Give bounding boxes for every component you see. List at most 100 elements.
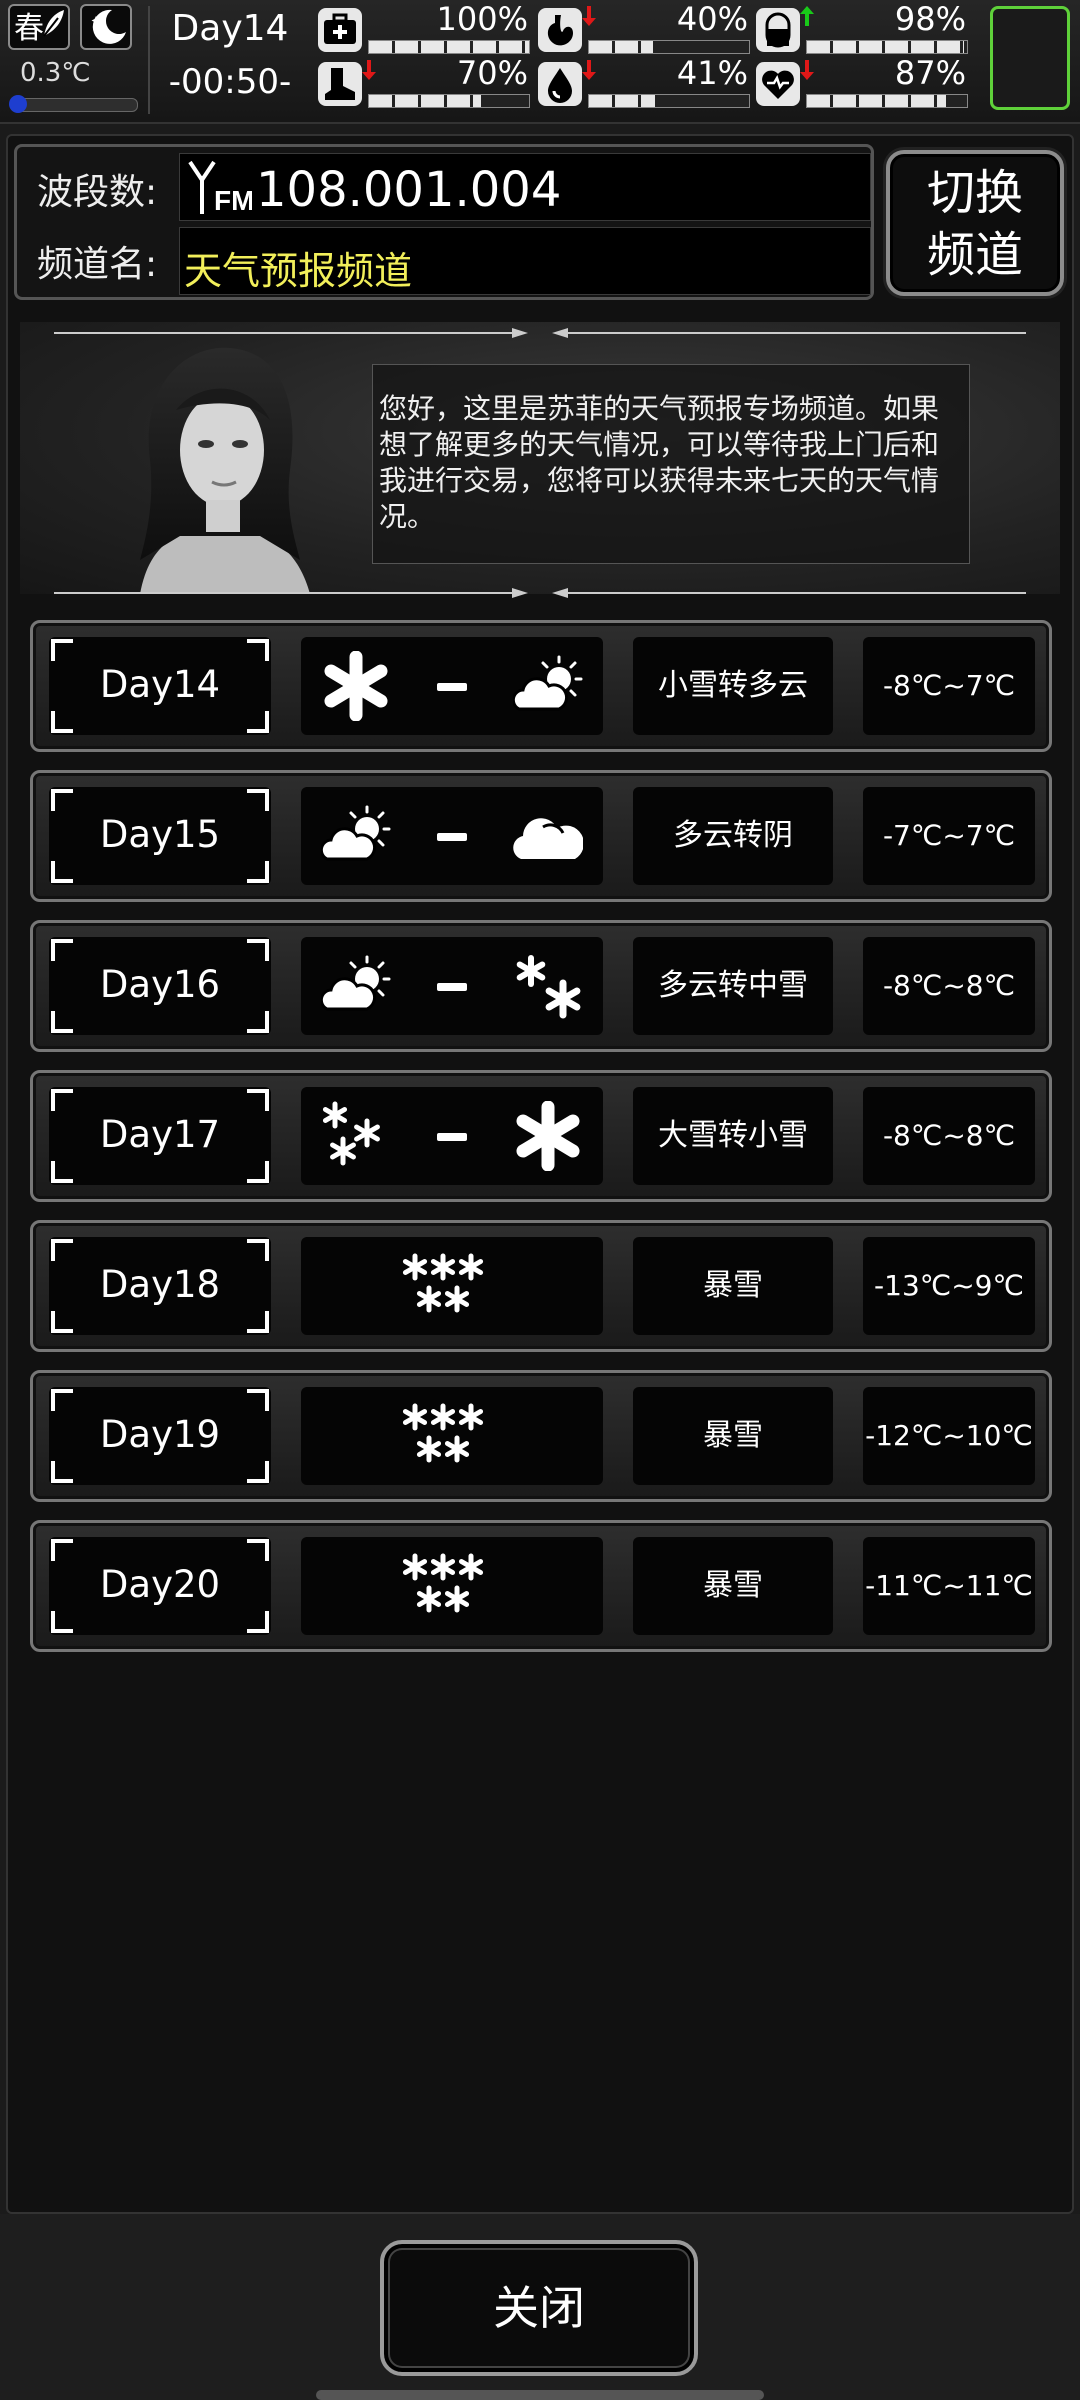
stat-bar-fill — [589, 41, 653, 53]
partly-cloudy-icon — [319, 801, 391, 871]
forecast-row: Day14 小雪转多云 -8℃~7℃ — [30, 620, 1052, 752]
forecast-day: Day14 — [99, 663, 221, 706]
transition-dash — [437, 683, 467, 691]
transition-dash — [437, 833, 467, 841]
forecast-row: Day18 暴雪 -13℃~9℃ — [30, 1220, 1052, 1352]
divider-ornament-bottom — [54, 588, 1026, 598]
home-indicator[interactable] — [316, 2390, 764, 2400]
stat-value: 40% — [676, 0, 748, 38]
stat-bar — [368, 94, 530, 108]
medkit-icon — [318, 8, 362, 52]
forecast-weather-icons — [301, 1387, 603, 1485]
heavy-snow-icon — [321, 1101, 391, 1171]
forecast-description: 多云转阴 — [633, 787, 833, 885]
forecast-temperature: -8℃~8℃ — [863, 1087, 1035, 1185]
svg-text:FM: FM — [214, 185, 252, 216]
forecast-day-cell: Day20 — [49, 1537, 271, 1635]
forecast-weather-icons — [301, 1537, 603, 1635]
transition-dash — [437, 1133, 467, 1141]
forecast-temperature: -13℃~9℃ — [863, 1237, 1035, 1335]
stat-mood: 87% — [756, 54, 968, 110]
stat-bar-fill — [589, 95, 655, 107]
forecast-day-cell: Day19 — [49, 1387, 271, 1485]
switch-channel-button[interactable]: 切换 频道 — [886, 150, 1064, 296]
forecast-day: Day19 — [99, 1413, 221, 1456]
snowflake-icon — [321, 650, 391, 722]
forecast-day: Day16 — [99, 963, 221, 1006]
forecast-row: Day20 暴雪 -11℃~11℃ — [30, 1520, 1052, 1652]
blizzard-icon — [397, 1249, 507, 1325]
trend-down-icon — [582, 6, 596, 26]
forecast-description: 多云转中雪 — [633, 937, 833, 1035]
divider-ornament-top — [54, 328, 1026, 338]
boot-icon — [318, 62, 362, 106]
stat-value: 98% — [894, 0, 966, 38]
stat-health: 100% — [318, 0, 530, 56]
switch-channel-label-line2: 频道 — [926, 227, 1023, 283]
current-day: Day14 — [171, 8, 289, 49]
stat-medicine: 98% — [756, 0, 968, 56]
forecast-weather-icons — [301, 787, 603, 885]
stat-value: 41% — [676, 54, 748, 92]
forecast-day: Day20 — [99, 1563, 221, 1606]
trend-down-icon — [582, 60, 596, 80]
stat-bar — [368, 40, 530, 54]
stat-value: 70% — [456, 54, 528, 92]
leaf-icon — [43, 10, 64, 37]
forecast-day-cell: Day18 — [49, 1237, 271, 1335]
trend-up-icon — [800, 6, 814, 26]
forecast-day: Day17 — [99, 1113, 221, 1156]
forecast-day: Day18 — [99, 1263, 221, 1306]
announcer-message: 您好，这里是苏菲的天气预报专场频道。如果想了解更多的天气情况，可以等待我上门后和… — [372, 364, 970, 564]
temperature-gauge — [9, 95, 138, 113]
stat-bar-fill — [369, 95, 481, 107]
forecast-day-cell: Day16 — [49, 937, 271, 1035]
frequency-label: 波段数: — [37, 172, 158, 213]
stomach-icon — [538, 8, 582, 52]
transition-dash — [437, 983, 467, 991]
forecast-temperature: -8℃~8℃ — [863, 937, 1035, 1035]
forecast-day-cell: Day17 — [49, 1087, 271, 1185]
forecast-temperature: -12℃~10℃ — [863, 1387, 1035, 1485]
forecast-row: Day15 多云转阴 -7℃~7℃ — [30, 770, 1052, 902]
medium-snow-icon — [513, 951, 583, 1021]
blizzard-icon — [397, 1399, 507, 1475]
stat-bar — [806, 40, 968, 54]
stat-bar — [588, 40, 750, 54]
status-bar: 春 0.3℃ Day14 -00:50- 100% 40% 98% 70% 41% 87% — [0, 0, 1080, 124]
temperature-readout: 0.3℃ — [20, 58, 91, 88]
stat-bar-fill — [369, 41, 529, 53]
channel-label: 频道名: — [37, 244, 158, 285]
forecast-day-cell: Day15 — [49, 787, 271, 885]
stat-stamina: 70% — [318, 54, 530, 110]
antenna-icon: FM — [188, 160, 252, 216]
forecast-description: 小雪转多云 — [633, 637, 833, 735]
forecast-row: Day19 暴雪 -12℃~10℃ — [30, 1370, 1052, 1502]
forecast-temperature: -7℃~7℃ — [863, 787, 1035, 885]
stat-bar-fill — [807, 95, 947, 107]
channel-field: 天气预报频道 — [179, 227, 871, 295]
heart-icon — [756, 62, 800, 106]
close-button[interactable]: 关闭 — [380, 2240, 698, 2376]
temperature-gauge-knob — [9, 95, 27, 113]
forecast-weather-icons — [301, 937, 603, 1035]
switch-channel-label-line1: 切换 — [926, 165, 1023, 221]
forecast-row: Day17 大雪转小雪 -8℃~8℃ — [30, 1070, 1052, 1202]
partly-cloudy-icon — [319, 951, 391, 1021]
snowflake-icon — [513, 1100, 583, 1172]
character-slot[interactable] — [990, 6, 1070, 110]
forecast-description: 暴雪 — [633, 1387, 833, 1485]
stat-hunger: 40% — [538, 0, 750, 56]
forecast-weather-icons — [301, 1087, 603, 1185]
forecast-description: 暴雪 — [633, 1537, 833, 1635]
season-badge: 春 — [8, 4, 70, 50]
stat-thirst: 41% — [538, 54, 750, 110]
trend-down-icon — [800, 60, 814, 80]
frequency-field: FM 108.001.004 — [179, 153, 871, 221]
forecast-weather-icons — [301, 637, 603, 735]
stat-bar — [588, 94, 750, 108]
forecast-row: Day16 多云转中雪 -8℃~8℃ — [30, 920, 1052, 1052]
trend-down-icon — [362, 60, 376, 80]
forecast-temperature: -11℃~11℃ — [863, 1537, 1035, 1635]
frequency-value: 108.001.004 — [256, 162, 562, 218]
